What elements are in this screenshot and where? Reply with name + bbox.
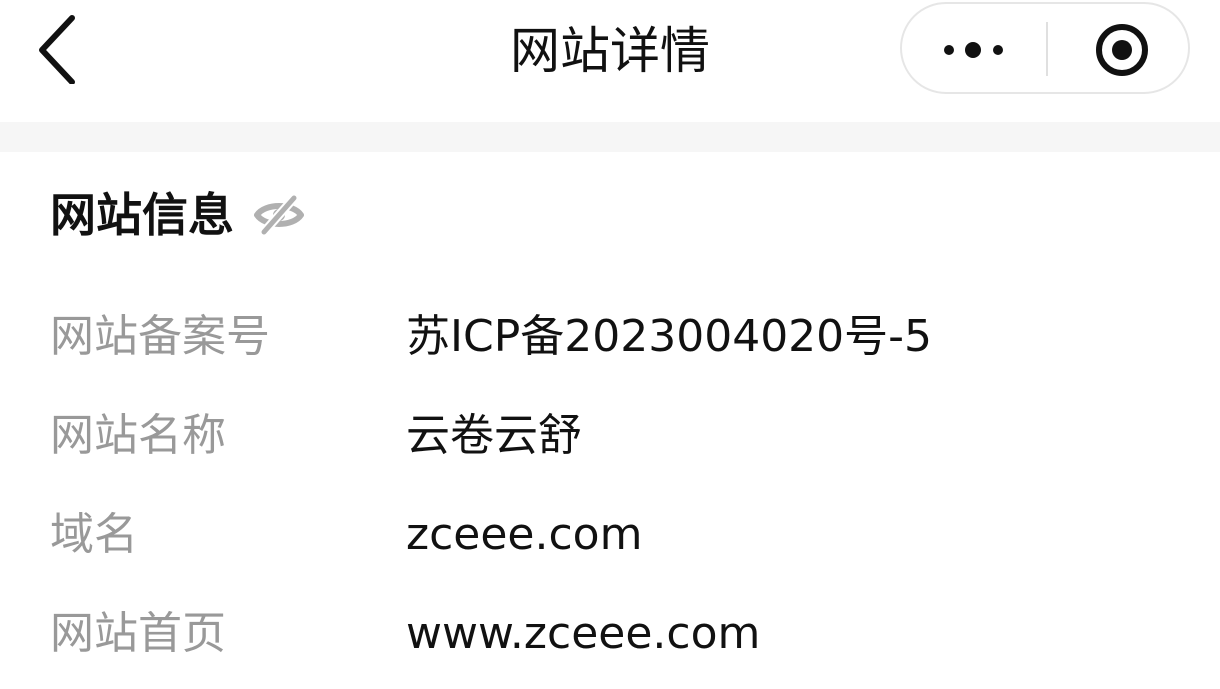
info-value: 云卷云舒 xyxy=(406,410,582,461)
info-row-site-name: 网站名称 云卷云舒 xyxy=(0,401,1220,491)
eye-off-icon xyxy=(254,193,304,237)
back-button[interactable] xyxy=(30,12,86,85)
target-circle-icon xyxy=(1096,24,1148,76)
more-dots-icon xyxy=(944,42,1003,58)
info-label: 网站首页 xyxy=(50,608,226,659)
info-label: 域名 xyxy=(50,509,138,560)
mini-program-capsule xyxy=(900,2,1190,94)
section-separator xyxy=(0,122,1220,152)
navigation-bar: 网站详情 xyxy=(0,0,1220,122)
info-row-domain: 域名 zceee.com xyxy=(0,500,1220,590)
info-row-homepage: 网站首页 www.zceee.com xyxy=(0,599,1220,689)
info-value: 苏ICP备2023004020号-5 xyxy=(406,311,933,362)
info-row-icp: 网站备案号 苏ICP备2023004020号-5 xyxy=(0,302,1220,392)
info-value: zceee.com xyxy=(406,509,643,560)
info-value: www.zceee.com xyxy=(406,608,761,659)
chevron-left-icon xyxy=(39,15,75,85)
section-title: 网站信息 xyxy=(50,188,234,242)
info-label: 网站备案号 xyxy=(50,311,270,362)
more-button[interactable] xyxy=(902,4,1046,92)
close-mini-program-button[interactable] xyxy=(1048,4,1190,92)
info-label: 网站名称 xyxy=(50,410,226,461)
toggle-visibility-button[interactable] xyxy=(252,192,306,238)
